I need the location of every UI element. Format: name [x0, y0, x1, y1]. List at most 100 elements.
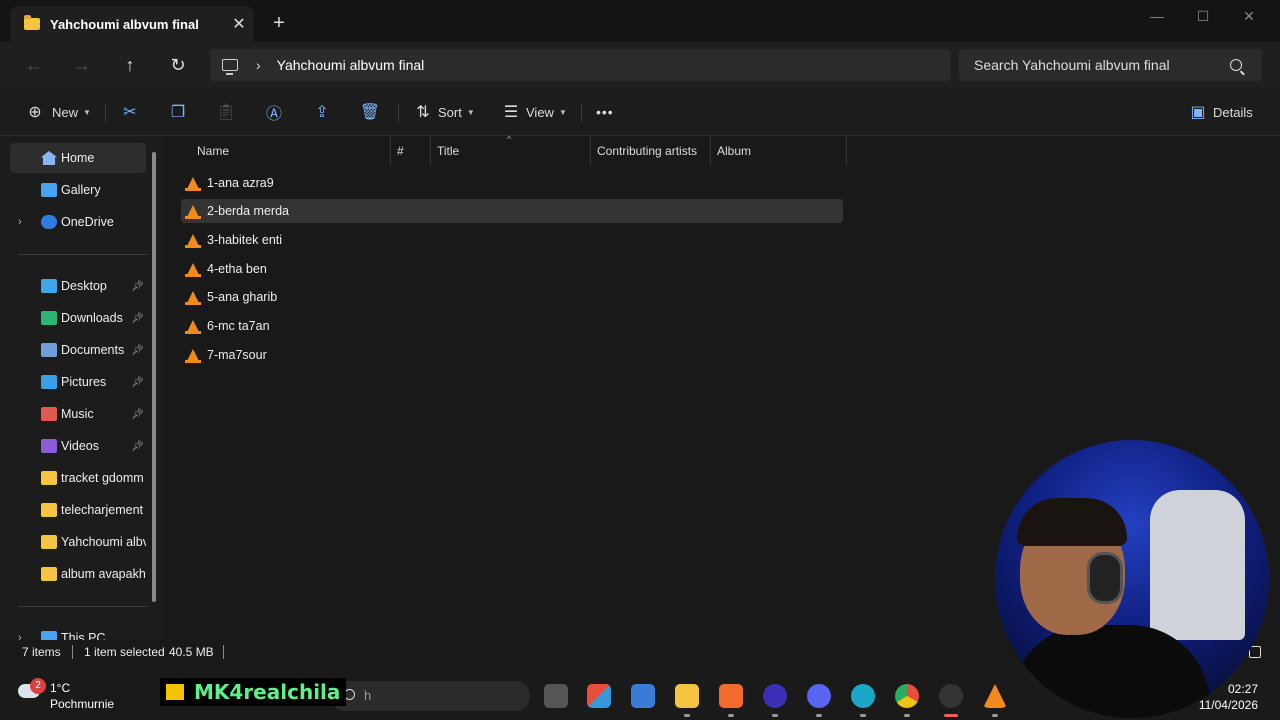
- pin-icon: 📌︎: [131, 376, 144, 388]
- sidebar-item-folder[interactable]: album avapakh: [10, 559, 146, 589]
- up-button[interactable]: ↑: [116, 52, 144, 78]
- running-indicator: [860, 714, 866, 717]
- column-header-label: Contributing artists: [597, 144, 698, 158]
- new-button[interactable]: ⊕ New ▼: [24, 100, 91, 124]
- minimize-button[interactable]: —: [1134, 0, 1180, 32]
- navigation-pane: Home Gallery › OneDrive Desktop 📌︎ Downl…: [0, 136, 165, 640]
- weather-temperature[interactable]: 1°C: [50, 681, 70, 695]
- file-explorer-icon[interactable]: [675, 684, 699, 708]
- app-icon[interactable]: [763, 684, 787, 708]
- tab-title: Yahchoumi albvum final: [50, 16, 199, 32]
- sidebar-scrollbar[interactable]: [152, 152, 156, 602]
- sidebar-item-this-pc[interactable]: › This PC: [10, 623, 146, 640]
- chrome-icon[interactable]: [895, 684, 919, 708]
- column-header-name[interactable]: Name: [191, 136, 391, 166]
- chevron-right-icon[interactable]: ›: [18, 632, 22, 640]
- copy-icon: ❐: [170, 104, 186, 121]
- running-indicator: [728, 714, 734, 717]
- sidebar-item-desktop[interactable]: Desktop 📌︎: [10, 271, 146, 301]
- obs-icon[interactable]: [939, 684, 963, 708]
- sidebar-item-label: telecharjement 1: [61, 503, 146, 517]
- divider: [18, 606, 148, 607]
- vlc-icon: [185, 349, 201, 363]
- pin-icon: 📌︎: [131, 408, 144, 420]
- selection-count: 1 item selected: [84, 645, 165, 659]
- sidebar-item-folder[interactable]: tracket gdomm: [10, 463, 146, 493]
- taskbar-search[interactable]: h: [330, 681, 530, 711]
- view-button[interactable]: ☰ View ▼: [500, 100, 567, 124]
- more-options-button[interactable]: •••: [596, 100, 614, 124]
- command-bar: ⊕ New ▼ ✂ ❐ 📋︎ Ⓐ ⇪ 🗑︎ ⇅ Sort ▼ ☰ View ▼ …: [0, 88, 1280, 136]
- sidebar-item-home[interactable]: Home: [10, 143, 146, 173]
- this-pc-icon: [41, 631, 57, 640]
- discord-icon[interactable]: [807, 684, 831, 708]
- search-icon: [1230, 59, 1242, 71]
- file-row[interactable]: 6-mc ta7an: [181, 314, 843, 338]
- breadcrumb-current[interactable]: Yahchoumi albvum final: [277, 57, 425, 73]
- sidebar-item-label: Home: [61, 151, 95, 165]
- forward-button[interactable]: →: [68, 52, 96, 78]
- pictures-icon: [41, 375, 57, 389]
- taskbar-search-input[interactable]: h: [364, 688, 371, 703]
- paste-button[interactable]: 📋︎: [215, 100, 237, 124]
- brave-icon[interactable]: [719, 684, 743, 708]
- column-header-contributing-artists[interactable]: Contributing artists: [591, 136, 711, 166]
- file-row[interactable]: 7-ma7sour: [181, 343, 843, 367]
- copy-button[interactable]: ❐: [167, 100, 189, 124]
- new-tab-button[interactable]: +: [268, 10, 290, 36]
- new-label: New: [52, 104, 79, 120]
- paste-icon: 📋︎: [215, 104, 237, 121]
- back-button[interactable]: ←: [20, 52, 48, 78]
- sidebar-item-pictures[interactable]: Pictures 📌︎: [10, 367, 146, 397]
- search-box[interactable]: Search Yahchoumi albvum final: [959, 49, 1262, 81]
- sidebar-item-label: Gallery: [61, 183, 101, 197]
- rename-button[interactable]: Ⓐ: [263, 100, 285, 124]
- divider: [72, 645, 73, 659]
- store-icon[interactable]: [587, 684, 611, 708]
- file-row[interactable]: 5-ana gharib: [181, 285, 843, 309]
- task-view-icon[interactable]: [544, 684, 568, 708]
- edge-icon[interactable]: [851, 684, 875, 708]
- search-input[interactable]: Search Yahchoumi albvum final: [974, 57, 1230, 73]
- sidebar-item-downloads[interactable]: Downloads 📌︎: [10, 303, 146, 333]
- chevron-right-icon[interactable]: ›: [256, 57, 261, 73]
- microsoft-store-icon[interactable]: [631, 684, 655, 708]
- chevron-down-icon: ▼: [466, 107, 475, 117]
- divider: [223, 645, 224, 659]
- desktop-icon: [41, 279, 57, 293]
- sidebar-item-videos[interactable]: Videos 📌︎: [10, 431, 146, 461]
- sidebar-item-folder[interactable]: Yahchoumi albvum final: [10, 527, 146, 557]
- file-row[interactable]: 2-berda merda: [181, 199, 843, 223]
- tab-current-folder[interactable]: Yahchoumi albvum final ✕: [10, 6, 254, 42]
- cut-button[interactable]: ✂: [119, 100, 141, 124]
- details-pane-icon: ▣: [1190, 104, 1206, 121]
- maximize-button[interactable]: ☐: [1180, 0, 1226, 32]
- details-button[interactable]: ▣ Details: [1187, 100, 1252, 124]
- weather-condition[interactable]: Pochmurnie: [50, 697, 114, 711]
- sidebar-item-music[interactable]: Music 📌︎: [10, 399, 146, 429]
- sidebar-item-label: album avapakh: [61, 567, 146, 581]
- vlc-icon[interactable]: [983, 684, 1007, 708]
- sidebar-item-gallery[interactable]: Gallery: [10, 175, 146, 205]
- close-window-button[interactable]: ✕: [1226, 0, 1272, 32]
- address-bar[interactable]: › Yahchoumi albvum final: [210, 49, 951, 81]
- file-row[interactable]: 4-etha ben: [181, 257, 843, 281]
- share-button[interactable]: ⇪: [311, 100, 333, 124]
- column-header-title[interactable]: Title: [431, 136, 591, 166]
- sidebar-item-documents[interactable]: Documents 📌︎: [10, 335, 146, 365]
- file-row[interactable]: 3-habitek enti: [181, 228, 843, 252]
- sort-button[interactable]: ⇅ Sort ▼: [412, 100, 475, 124]
- column-header-number[interactable]: #: [391, 136, 431, 166]
- sidebar-item-folder[interactable]: telecharjement 1: [10, 495, 146, 525]
- pin-icon: 📌︎: [131, 440, 144, 452]
- share-icon: ⇪: [315, 104, 329, 121]
- folder-icon: [41, 471, 57, 485]
- close-tab-button[interactable]: ✕: [224, 14, 254, 34]
- sidebar-item-onedrive[interactable]: › OneDrive: [10, 207, 146, 237]
- delete-button[interactable]: 🗑︎: [359, 100, 381, 124]
- refresh-button[interactable]: ↻: [164, 52, 192, 78]
- file-row[interactable]: 1-ana azra9: [181, 171, 843, 195]
- column-header-album[interactable]: Album: [711, 136, 847, 166]
- chevron-down-icon: ▼: [83, 107, 91, 117]
- chevron-right-icon[interactable]: ›: [18, 216, 22, 228]
